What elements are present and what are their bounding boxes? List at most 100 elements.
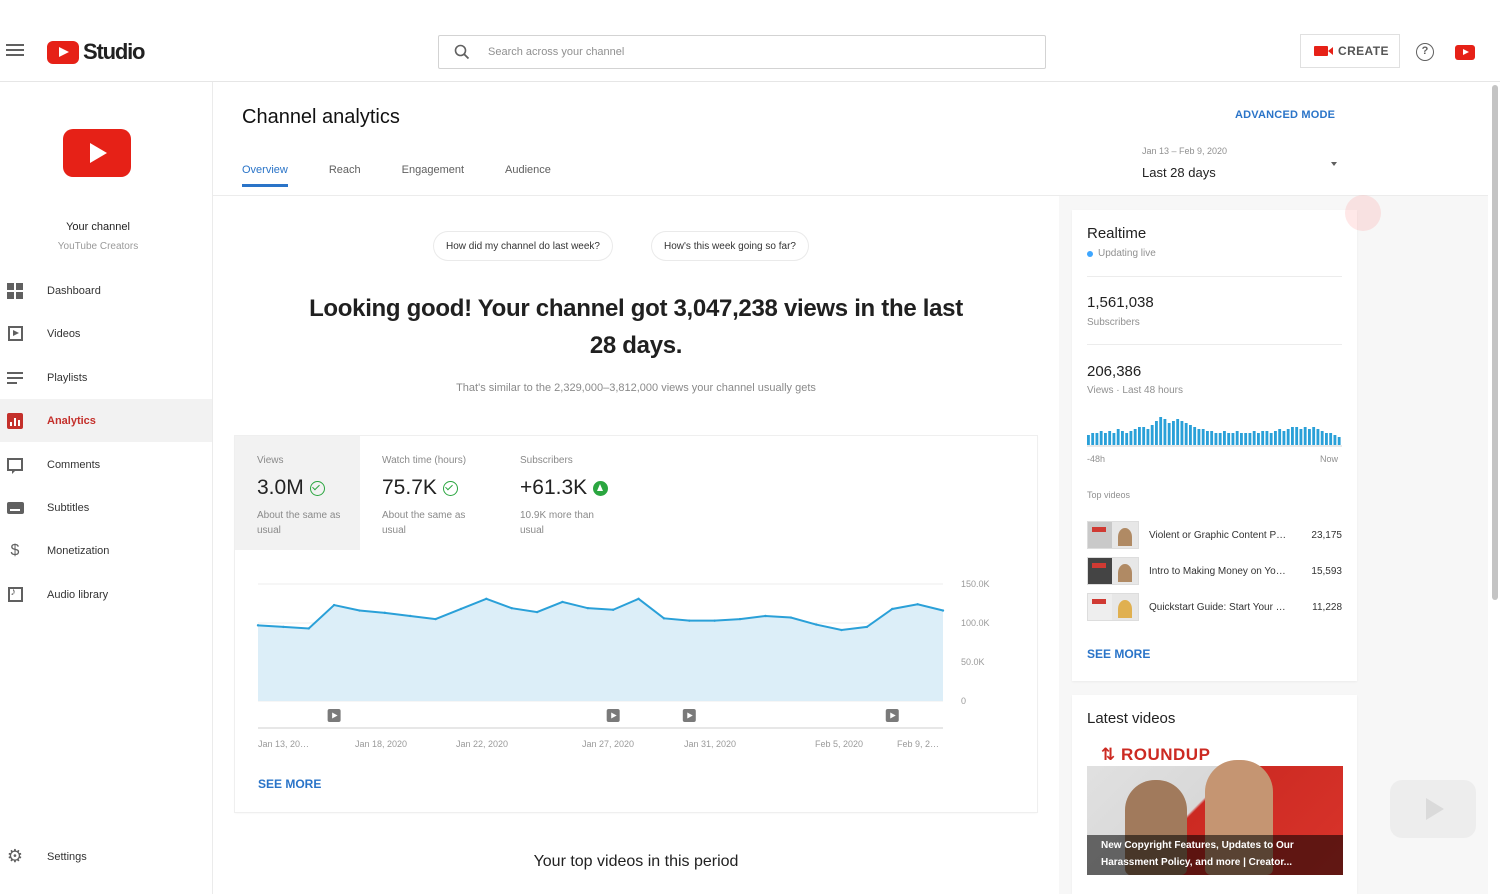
studio-logo[interactable]: Studio bbox=[47, 39, 145, 64]
sidebar-item-label: Subtitles bbox=[47, 501, 90, 514]
realtime-bar bbox=[1184, 423, 1188, 445]
play-icon[interactable] bbox=[1390, 780, 1476, 838]
data-point bbox=[561, 600, 564, 604]
channel-avatar[interactable] bbox=[63, 129, 131, 177]
realtime-bar bbox=[1193, 427, 1197, 445]
see-more-link[interactable]: SEE MORE bbox=[1087, 647, 1150, 661]
data-point bbox=[535, 610, 539, 614]
realtime-bar bbox=[1312, 427, 1316, 445]
data-point bbox=[764, 614, 767, 618]
subtitles-icon bbox=[6, 499, 24, 517]
realtime-bar bbox=[1320, 431, 1324, 445]
realtime-bar bbox=[1125, 433, 1129, 445]
sidebar-item-analytics[interactable]: Analytics bbox=[0, 399, 212, 442]
realtime-bar bbox=[1257, 433, 1260, 445]
realtime-bar bbox=[1282, 431, 1286, 445]
realtime-bar bbox=[1291, 427, 1294, 445]
y-tick-label: 100.0K bbox=[961, 618, 990, 628]
question-chip-this-week[interactable]: How's this week going so far? bbox=[652, 232, 808, 260]
realtime-bar bbox=[1223, 431, 1226, 445]
scrollbar[interactable] bbox=[1492, 85, 1498, 600]
sidebar-item-dashboard[interactable]: Dashboard bbox=[0, 269, 212, 312]
x-tick-label: Jan 13, 20… bbox=[258, 739, 309, 749]
realtime-bar bbox=[1155, 421, 1158, 445]
realtime-bar bbox=[1129, 431, 1133, 445]
top-video-row[interactable]: Violent or Graphic Content Policies 23,1… bbox=[1087, 520, 1342, 550]
realtime-bar bbox=[1159, 417, 1163, 445]
realtime-bar bbox=[1087, 435, 1090, 445]
realtime-card: Realtime Updating live 1,561,038 Subscri… bbox=[1072, 210, 1357, 681]
see-more-link[interactable]: SEE MORE bbox=[258, 777, 321, 791]
realtime-bar bbox=[1265, 431, 1269, 445]
refresh-icon: ⇅ bbox=[1101, 745, 1121, 764]
data-point bbox=[485, 597, 488, 601]
top-bar: Studio CREATE ? bbox=[0, 0, 1500, 82]
tab-reach[interactable]: Reach bbox=[329, 164, 361, 187]
chevron-down-icon[interactable] bbox=[1331, 162, 1337, 166]
sidebar-item-monetization[interactable]: $ Monetization bbox=[0, 529, 212, 572]
sidebar-item-settings[interactable]: ⚙ Settings bbox=[0, 835, 212, 878]
data-point bbox=[510, 606, 513, 610]
latest-videos-title: Latest videos bbox=[1087, 710, 1176, 727]
sidebar-item-label: Playlists bbox=[47, 371, 88, 384]
sidebar-item-label: Dashboard bbox=[47, 284, 101, 297]
realtime-bar bbox=[1201, 429, 1205, 445]
y-tick-label: 50.0K bbox=[961, 657, 985, 667]
divider bbox=[1087, 276, 1342, 277]
data-point bbox=[459, 607, 463, 611]
realtime-bar bbox=[1269, 433, 1273, 445]
sidebar-item-comments[interactable]: Comments bbox=[0, 443, 212, 486]
app-name: Studio bbox=[83, 39, 145, 64]
sidebar-item-subtitles[interactable]: Subtitles bbox=[0, 486, 212, 529]
divider bbox=[1087, 344, 1342, 345]
create-label: CREATE bbox=[1338, 44, 1389, 58]
y-tick-label: 150.0K bbox=[961, 579, 990, 589]
monetization-icon: $ bbox=[10, 541, 20, 559]
realtime-bar bbox=[1108, 431, 1112, 445]
sidebar-item-playlists[interactable]: Playlists bbox=[0, 356, 212, 399]
search-input[interactable] bbox=[488, 46, 1008, 58]
video-views: 15,593 bbox=[1311, 565, 1342, 577]
realtime-bar bbox=[1214, 433, 1218, 445]
date-range-selector[interactable]: Last 28 days bbox=[1142, 165, 1216, 180]
views-48h-label: Views · Last 48 hours bbox=[1087, 385, 1183, 396]
top-video-row[interactable]: Quickstart Guide: Start Your YouTube Cha… bbox=[1087, 592, 1342, 622]
realtime-title: Realtime bbox=[1087, 225, 1147, 242]
advanced-mode-link[interactable]: ADVANCED MODE bbox=[1235, 109, 1335, 121]
account-avatar[interactable] bbox=[1455, 45, 1475, 60]
realtime-bar bbox=[1337, 437, 1341, 445]
youtube-logo-icon bbox=[47, 40, 79, 64]
sidebar-item-audio-library[interactable]: Audio library bbox=[0, 573, 212, 616]
tab-audience[interactable]: Audience bbox=[505, 164, 551, 187]
tab-engagement[interactable]: Engagement bbox=[402, 164, 464, 187]
realtime-bar bbox=[1218, 433, 1222, 445]
data-point bbox=[688, 619, 691, 622]
highlight-dot bbox=[1345, 195, 1381, 231]
realtime-status: Updating live bbox=[1087, 248, 1156, 259]
help-icon[interactable]: ? bbox=[1416, 43, 1434, 61]
tab-overview[interactable]: Overview bbox=[242, 164, 288, 187]
realtime-bar bbox=[1235, 431, 1239, 445]
date-range[interactable]: Jan 13 – Feb 9, 2020 bbox=[1142, 146, 1227, 156]
realtime-bar bbox=[1146, 429, 1150, 445]
data-point bbox=[814, 623, 818, 626]
question-chip-last-week[interactable]: How did my channel do last week? bbox=[434, 232, 612, 260]
sidebar-item-label: Audio library bbox=[47, 588, 109, 601]
realtime-bar bbox=[1316, 429, 1320, 445]
search-box[interactable] bbox=[438, 35, 1046, 69]
latest-video-thumbnail[interactable]: ⇅ ROUNDUP New Copyright Features, Update… bbox=[1087, 738, 1343, 875]
top-video-row[interactable]: Intro to Making Money on YouTube 15,593 bbox=[1087, 556, 1342, 586]
data-point bbox=[941, 609, 945, 612]
sidebar-item-videos[interactable]: Videos bbox=[0, 312, 212, 355]
analytics-tabs: Overview Reach Engagement Audience bbox=[242, 164, 592, 187]
create-button[interactable]: CREATE bbox=[1300, 34, 1400, 68]
data-point bbox=[637, 597, 640, 601]
channel-name: Your channel bbox=[66, 221, 130, 233]
realtime-bar bbox=[1138, 427, 1141, 445]
realtime-bar bbox=[1206, 431, 1209, 445]
realtime-bar bbox=[1329, 433, 1333, 445]
y-tick-label: 0 bbox=[961, 696, 966, 706]
data-point bbox=[789, 616, 792, 619]
menu-icon[interactable] bbox=[6, 44, 24, 58]
playlists-icon bbox=[6, 369, 24, 387]
